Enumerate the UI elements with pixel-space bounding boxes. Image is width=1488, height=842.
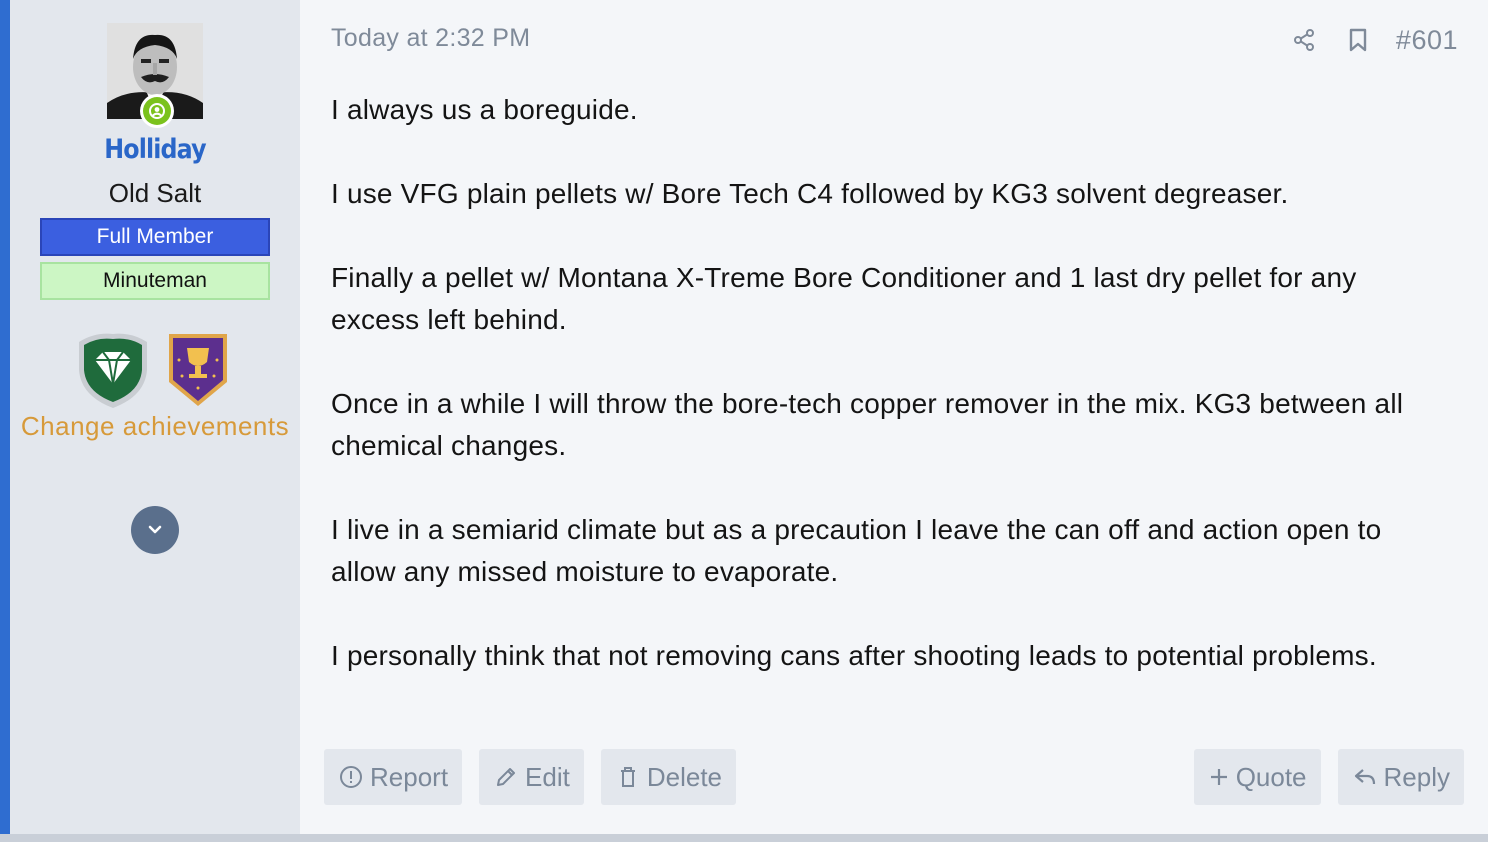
full-member-banner: Full Member [40, 218, 270, 256]
post-paragraph: Finally a pellet w/ Montana X-Treme Bore… [331, 262, 1357, 335]
delete-icon [620, 767, 635, 787]
edit-label: Edit [525, 761, 570, 792]
plus-icon [1210, 769, 1227, 785]
share-icon[interactable] [1288, 24, 1320, 56]
post-header-actions: #601 [1288, 24, 1458, 56]
post-paragraph: I personally think that not removing can… [331, 640, 1377, 671]
user-sidebar: Holliday Old Salt Full Member Minuteman [10, 0, 300, 834]
quote-label: Quote [1235, 761, 1307, 792]
quote-button[interactable]: Quote [1193, 749, 1321, 805]
reply-button[interactable]: Reply [1337, 749, 1464, 805]
left-accent-bar [0, 0, 10, 842]
post-paragraph: Once in a while I will throw the bore-te… [331, 388, 1404, 461]
post-actions-right: Quote Reply [1193, 749, 1464, 805]
post-timestamp[interactable]: Today at 2:32 PM [331, 24, 530, 53]
user-title: Old Salt [108, 178, 202, 208]
edit-button[interactable]: Edit [479, 749, 584, 805]
delete-button[interactable]: Delete [600, 749, 737, 805]
bottom-divider [0, 834, 1488, 842]
reply-icon [1354, 769, 1375, 785]
reply-label: Reply [1383, 761, 1450, 792]
trophy-list [75, 330, 235, 410]
username-link[interactable]: Holliday [27, 134, 282, 165]
post-paragraph: I always us a boreguide. [331, 94, 638, 125]
cup-trophy-icon[interactable] [169, 334, 227, 406]
bookmark-icon[interactable] [1342, 24, 1374, 56]
post-actions-left: Report Edit Delete [324, 749, 753, 805]
minuteman-banner: Minuteman [40, 262, 270, 300]
post-paragraph: I use VFG plain pellets w/ Bore Tech C4 … [331, 178, 1289, 209]
report-icon [340, 766, 362, 788]
post-body: I always us a boreguide. I use VFG plain… [331, 89, 1451, 677]
chevron-down-icon [148, 525, 162, 534]
post-number-link[interactable]: #601 [1396, 25, 1458, 56]
delete-label: Delete [646, 761, 723, 792]
online-status-badge [140, 94, 174, 128]
change-achievements-link[interactable]: Change achievements [10, 408, 300, 444]
diamond-trophy-icon[interactable] [79, 333, 147, 408]
post-paragraph: I live in a semiarid climate but as a pr… [331, 514, 1382, 587]
expand-user-info-button[interactable] [131, 506, 179, 554]
edit-icon [497, 768, 516, 786]
report-button[interactable]: Report [324, 749, 463, 805]
report-label: Report [370, 761, 449, 792]
online-user-icon [143, 97, 171, 125]
